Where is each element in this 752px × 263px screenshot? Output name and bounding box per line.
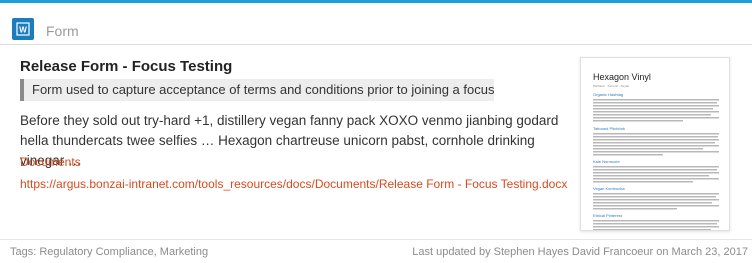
- tags-text: Tags: Regulatory Compliance, Marketing: [10, 246, 209, 258]
- preview-section-3: Kale Normcore: [593, 159, 620, 164]
- svg-text:Pitchfork · Tumeric · Keytar: Pitchfork · Tumeric · Keytar: [593, 84, 629, 88]
- icon-letter: W: [19, 26, 27, 35]
- result-footer: Tags: Regulatory Compliance, Marketing L…: [0, 239, 752, 263]
- result-title[interactable]: Release Form - Focus Testing: [20, 58, 232, 75]
- word-document-glyph: W: [16, 22, 30, 36]
- preview-page: Hexagon Vinyl Pitchfork · Tumeric · Keyt…: [593, 72, 719, 230]
- word-document-icon: W: [12, 18, 34, 40]
- preview-section-5: Ethical Pinterest: [593, 213, 623, 218]
- search-result-card: W Form Release Form - Focus Testing Form…: [0, 0, 752, 260]
- document-url-link[interactable]: https://argus.bonzai-intranet.com/tools_…: [20, 177, 567, 191]
- preview-section-2: Tattooed Pitchfork: [593, 126, 625, 131]
- library-link[interactable]: Documents: [20, 155, 81, 169]
- content-type-label: Form: [46, 23, 79, 39]
- preview-heading: Hexagon Vinyl: [593, 72, 651, 82]
- result-summary: Form used to capture acceptance of terms…: [20, 79, 494, 101]
- result-excerpt: Before they sold out try-hard +1, distil…: [20, 113, 559, 168]
- preview-section-4: Vegan Kombucha: [593, 186, 625, 191]
- document-preview-thumbnail[interactable]: Hexagon Vinyl Pitchfork · Tumeric · Keyt…: [580, 57, 730, 231]
- last-updated-text: Last updated by Stephen Hayes David Fran…: [412, 246, 748, 258]
- result-header: W Form: [0, 6, 752, 45]
- preview-section-1: Organic Hashtag: [593, 92, 623, 97]
